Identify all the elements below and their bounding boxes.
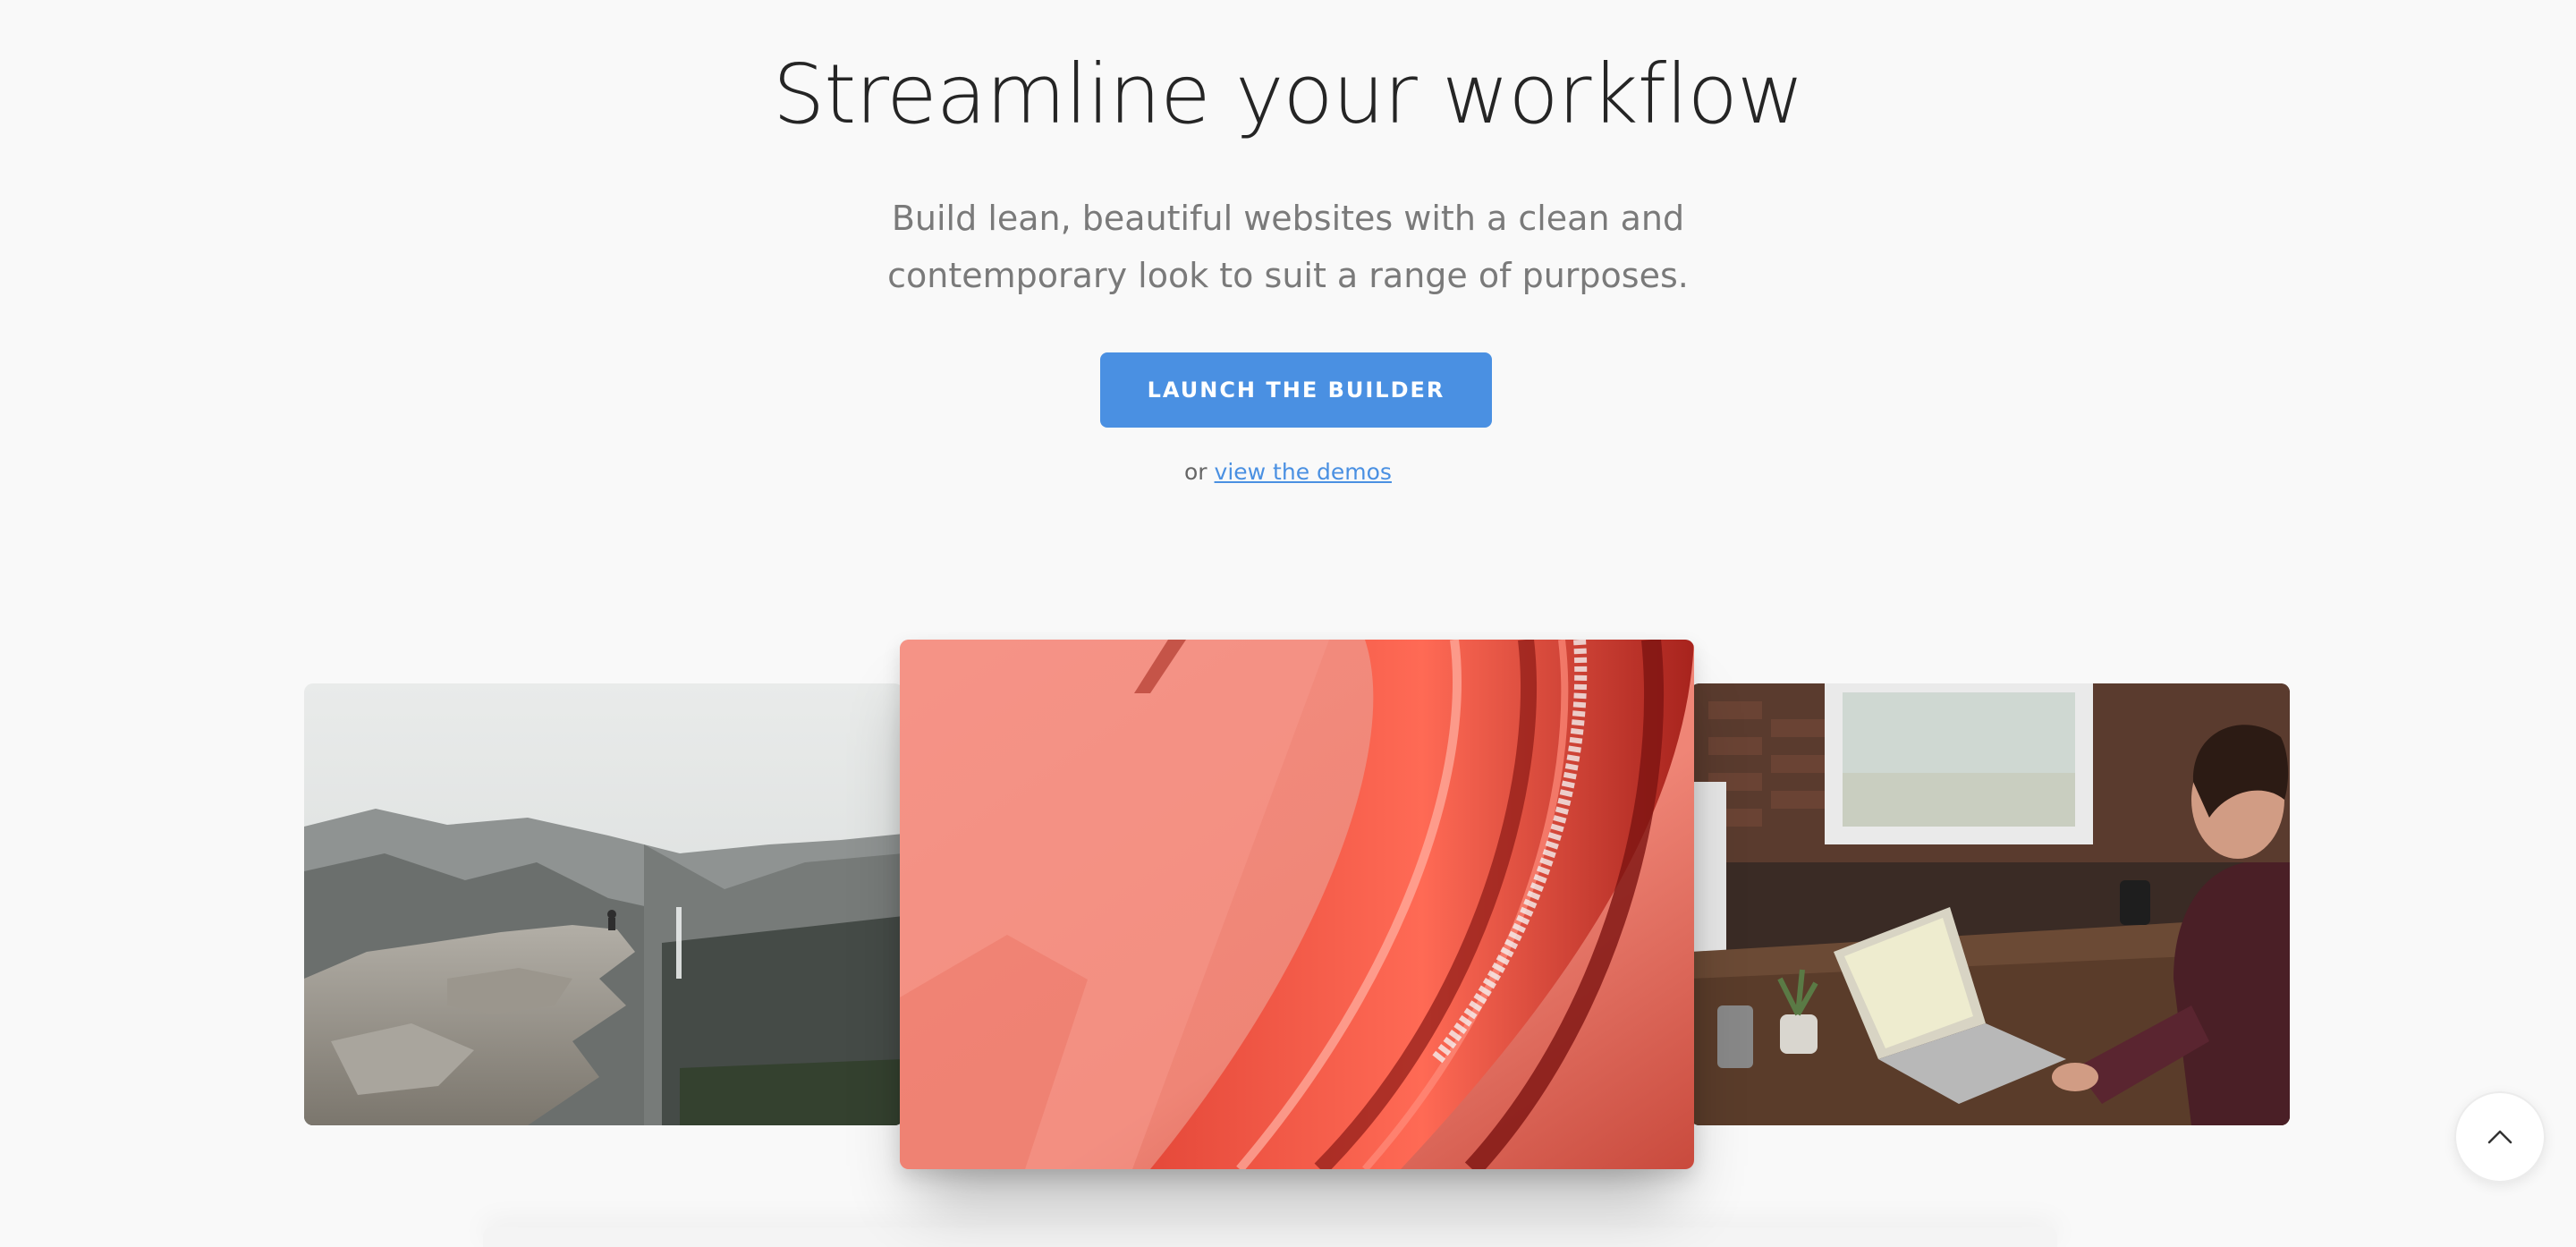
back-to-top-button[interactable] bbox=[2454, 1091, 2546, 1183]
demo-link-prefix: or bbox=[1184, 459, 1208, 485]
launch-builder-button[interactable]: LAUNCH THE BUILDER bbox=[1100, 352, 1492, 428]
view-demos-link[interactable]: view the demos bbox=[1215, 459, 1392, 485]
gallery-image-workspace bbox=[1690, 683, 2290, 1125]
man-working-laptop-photo bbox=[1690, 683, 2290, 1125]
hero-subtitle: Build lean, beautiful websites with a cl… bbox=[887, 199, 1689, 295]
chevron-up-icon bbox=[2487, 1130, 2512, 1144]
red-car-taillight-photo bbox=[900, 640, 1694, 1169]
hero-title: Streamline your workflow bbox=[772, 47, 1804, 142]
mountain-cliff-photo bbox=[304, 683, 903, 1125]
landing-page: Streamline your workflow Build lean, bea… bbox=[0, 0, 2576, 1247]
demo-link-line: or view the demos bbox=[0, 458, 2576, 487]
content-card-edge bbox=[483, 1227, 2057, 1247]
gallery-image-taillight bbox=[900, 640, 1694, 1169]
gallery-image-mountain bbox=[304, 683, 903, 1125]
